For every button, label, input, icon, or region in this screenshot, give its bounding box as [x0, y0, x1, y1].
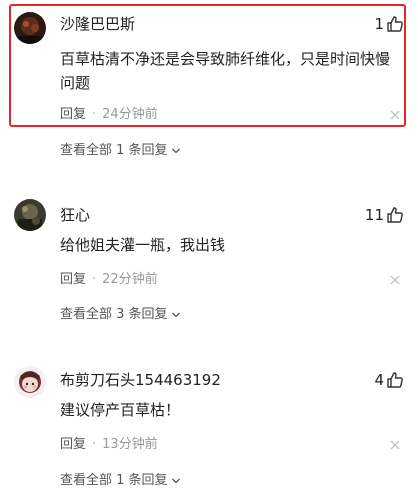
- avatar[interactable]: [14, 366, 46, 398]
- reply-button[interactable]: 回复: [60, 106, 86, 124]
- username[interactable]: 狂心: [60, 205, 90, 225]
- view-all-label: 查看全部 1 条回复: [60, 473, 168, 488]
- username[interactable]: 沙隆巴巴斯: [60, 14, 135, 34]
- view-all-replies[interactable]: 查看全部 3 条回复: [60, 306, 181, 324]
- view-all-replies[interactable]: 查看全部 1 条回复: [60, 142, 181, 160]
- avatar[interactable]: [14, 199, 46, 231]
- view-all-replies[interactable]: 查看全部 1 条回复: [60, 472, 181, 490]
- like-button[interactable]: 11: [365, 205, 404, 225]
- view-all-label: 查看全部 1 条回复: [60, 143, 168, 158]
- username[interactable]: 布剪刀石头154463192: [60, 370, 221, 390]
- comment-meta: 回复 · 24分钟前: [60, 106, 158, 124]
- view-all-label: 查看全部 3 条回复: [60, 307, 168, 322]
- chevron-down-icon: [171, 148, 180, 154]
- reply-button[interactable]: 回复: [60, 436, 86, 454]
- comment-meta: 回复 · 22分钟前: [60, 271, 158, 289]
- like-button[interactable]: 4: [374, 370, 404, 390]
- separator: ·: [92, 272, 97, 287]
- chevron-down-icon: [171, 312, 180, 318]
- chevron-down-icon: [171, 478, 180, 484]
- comment-text: 建议停产百草枯！: [60, 401, 181, 419]
- like-count: 4: [374, 371, 384, 389]
- like-count: 11: [364, 206, 384, 224]
- close-icon[interactable]: [390, 440, 400, 450]
- comment-text: 给他姐夫灌一瓶，我出钱: [60, 236, 226, 254]
- thumbs-up-icon: [387, 16, 403, 32]
- close-icon[interactable]: [390, 110, 400, 120]
- separator: ·: [92, 107, 97, 122]
- timestamp: 22分钟前: [102, 272, 158, 287]
- reply-button[interactable]: 回复: [60, 271, 86, 289]
- separator: ·: [92, 437, 97, 452]
- timestamp: 24分钟前: [102, 107, 158, 122]
- comment-meta: 回复 · 13分钟前: [60, 436, 158, 454]
- comment-text: 百草枯清不净还是会导致肺纤维化，只是时间快慢问题: [60, 50, 391, 92]
- like-count: 1: [374, 15, 384, 33]
- timestamp: 13分钟前: [102, 437, 158, 452]
- like-button[interactable]: 1: [374, 14, 404, 34]
- avatar[interactable]: [14, 12, 46, 44]
- close-icon[interactable]: [390, 275, 400, 285]
- thumbs-up-icon: [387, 372, 403, 388]
- thumbs-up-icon: [387, 207, 403, 223]
